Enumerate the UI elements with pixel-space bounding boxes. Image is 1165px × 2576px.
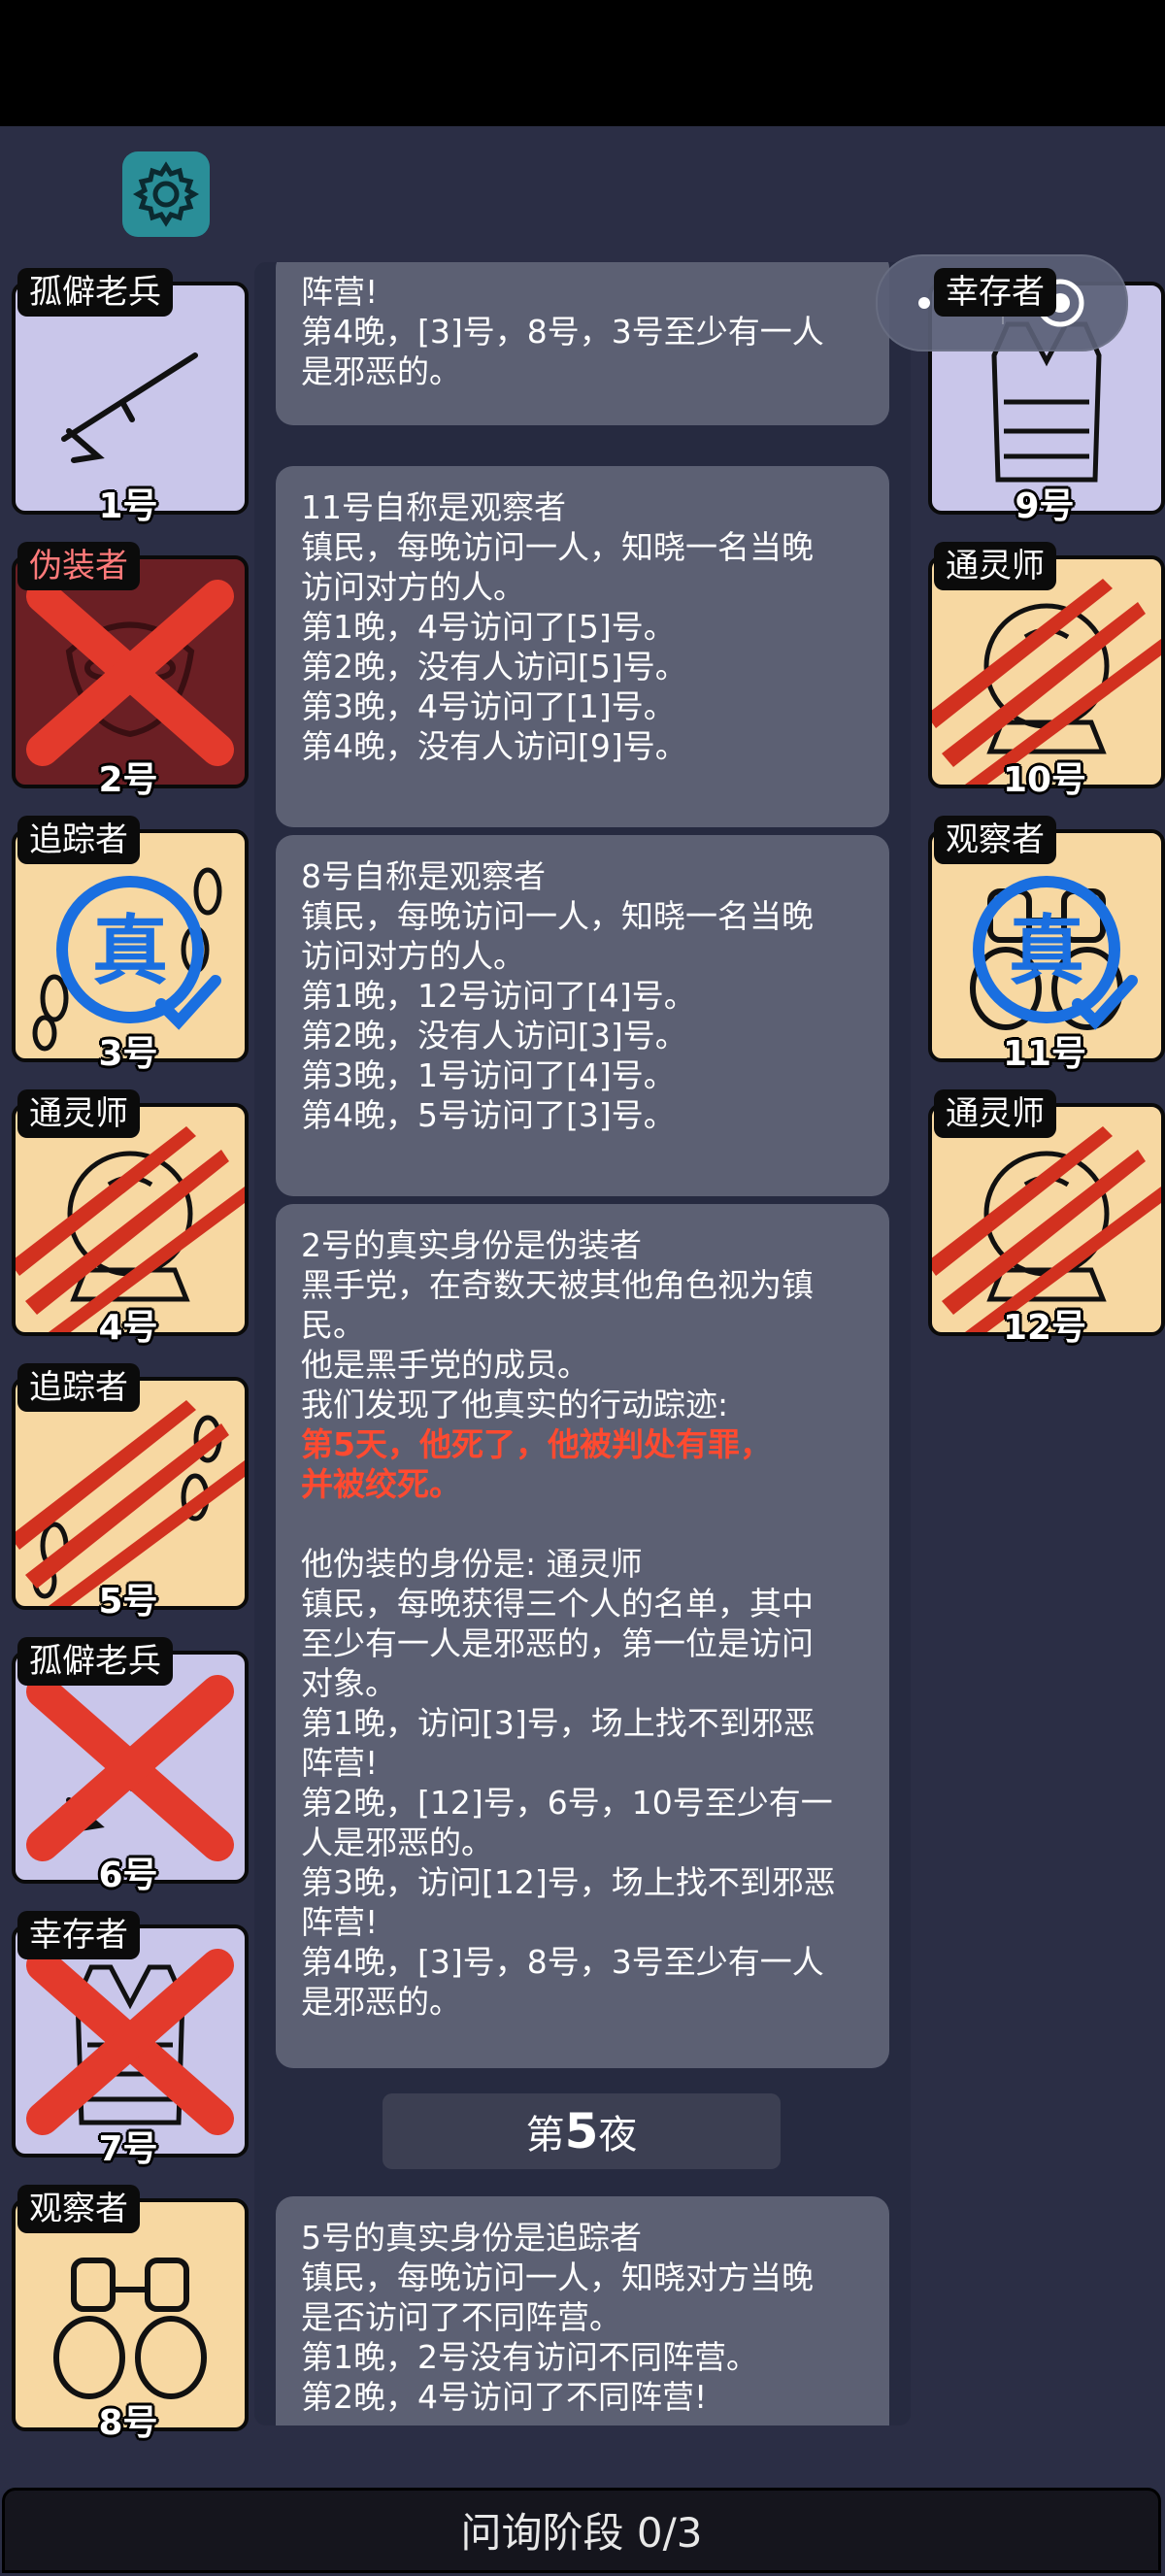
role-label: 伪装者	[17, 542, 140, 590]
log-line: 第2晚，4号访问了不同阵营!	[301, 2378, 708, 2416]
phase-status-bar: 问询阶段 0/3	[2, 2488, 1161, 2573]
log-message: 11号自称是观察者 镇民，每晚访问一人，知晓一名当晚 访问对方的人。 第1晚，4号访问…	[276, 466, 889, 827]
gear-icon	[132, 161, 200, 227]
log-line: 访问对方的人。	[301, 568, 525, 606]
night-number: 5	[564, 2103, 599, 2159]
player-number: 8号	[98, 2403, 158, 2443]
log-line: 镇民，每晚访问一人，知晓一名当晚	[301, 528, 814, 566]
log-line: 第2晚，[12]号，6号，10号至少有一	[301, 1784, 833, 1822]
log-line: 并被绞死。	[301, 1465, 461, 1503]
night-suffix: 夜	[598, 2113, 638, 2158]
player-number: 6号	[98, 1856, 158, 1895]
log-line: 8号自称是观察者	[301, 857, 546, 895]
log-line: 阵营!	[301, 1744, 379, 1782]
player-card[interactable]: 通灵师 10号	[928, 542, 1165, 800]
player-number: 2号	[98, 760, 158, 800]
player-number: 10号	[1002, 760, 1087, 800]
player-number: 12号	[1002, 1308, 1087, 1348]
log-message: 8号自称是观察者 镇民，每晚访问一人，知晓一名当晚 访问对方的人。 第1晚，12号访问…	[276, 835, 889, 1196]
log-line: 至少有一人是邪恶的，第一位是访问	[301, 1624, 814, 1662]
log-line: 民。	[301, 1306, 365, 1344]
log-line: 黑手党，在奇数天被其他角色视为镇	[301, 1266, 814, 1304]
player-card[interactable]: 通灵师 12号	[928, 1089, 1165, 1348]
player-card[interactable]: 孤僻老兵 1号	[12, 268, 249, 526]
role-label: 通灵师	[934, 1089, 1056, 1138]
player-number: 9号	[1015, 486, 1075, 526]
player-card[interactable]: 追踪者 5号	[12, 1363, 249, 1622]
log-line: 他是黑手党的成员。	[301, 1346, 589, 1384]
player-card[interactable]: 孤僻老兵 6号	[12, 1637, 249, 1895]
log-line: 镇民，每晚访问一人，知晓一名当晚	[301, 897, 814, 935]
log-line: 人是邪恶的。	[301, 1823, 493, 1861]
log-line: 他伪装的身份是: 通灵师	[301, 1545, 643, 1583]
player-card[interactable]: 伪装者 2号	[12, 542, 249, 800]
player-number: 4号	[98, 1308, 158, 1348]
player-card[interactable]: 通灵师 4号	[12, 1089, 249, 1348]
log-line: 第4晚，[3]号，8号，3号至少有一人	[301, 1943, 824, 1981]
log-line: 第1晚，访问[3]号，场上找不到邪恶	[301, 1704, 816, 1742]
log-line: 第1晚，4号访问了[5]号。	[301, 608, 676, 646]
role-label: 追踪者	[17, 1363, 140, 1412]
player-card[interactable]: 真 观察者 11号	[928, 816, 1165, 1074]
log-line: 阵营!	[301, 1903, 379, 1941]
log-line: 11号自称是观察者	[301, 488, 566, 526]
night-divider: 第5夜	[383, 2093, 781, 2169]
night-prefix: 第	[525, 2113, 565, 2158]
svg-text:真: 真	[1009, 908, 1084, 995]
log-line: 是邪恶的。	[301, 352, 461, 390]
log-line: 第4晚，5号访问了[3]号。	[301, 1096, 676, 1134]
log-message: 2号的真实身份是伪装者 黑手党，在奇数天被其他角色视为镇 民。 他是黑手党的成员。 我们…	[276, 1204, 889, 2068]
status-bar	[0, 0, 1165, 126]
role-label: 孤僻老兵	[17, 1637, 173, 1686]
night-log-panel[interactable]: 阵营! 第4晚，[3]号，8号，3号至少有一人 是邪恶的。 11号自称是观察者 镇民，…	[254, 262, 911, 2425]
player-number: 1号	[98, 486, 158, 526]
role-label: 通灵师	[934, 542, 1056, 590]
role-label: 幸存者	[934, 268, 1056, 317]
log-message: 5号的真实身份是追踪者 镇民，每晚访问一人，知晓对方当晚 是否访问了不同阵营。 第1晚…	[276, 2196, 889, 2425]
role-label: 观察者	[17, 2185, 140, 2233]
log-line: 镇民，每晚获得三个人的名单，其中	[301, 1585, 814, 1623]
log-line: 我们发现了他真实的行动踪迹:	[301, 1386, 729, 1423]
log-line: 第3晚，4号访问了[1]号。	[301, 687, 676, 725]
role-label: 幸存者	[17, 1911, 140, 1959]
role-label: 追踪者	[17, 816, 140, 864]
log-line: 是邪恶的。	[301, 1983, 461, 2021]
log-line: 第4晚，[3]号，8号，3号至少有一人	[301, 313, 824, 351]
log-line: 第2晚，没有人访问[5]号。	[301, 648, 687, 686]
player-number: 3号	[98, 1034, 158, 1074]
player-card[interactable]: 真 追踪者 3号	[12, 816, 249, 1074]
log-line: 第3晚，访问[12]号，场上找不到邪恶	[301, 1863, 836, 1901]
player-number: 11号	[1002, 1034, 1087, 1074]
player-card[interactable]: 观察者 8号	[12, 2185, 249, 2443]
log-line: 第1晚，2号没有访问不同阵营。	[301, 2338, 758, 2376]
log-line: 镇民，每晚访问一人，知晓对方当晚	[301, 2258, 814, 2296]
settings-button[interactable]	[122, 151, 210, 237]
role-label: 观察者	[934, 816, 1056, 864]
player-number: 5号	[98, 1582, 158, 1622]
log-line: 5号的真实身份是追踪者	[301, 2219, 642, 2257]
log-line: 第5天，他死了，他被判处有罪，	[301, 1425, 772, 1463]
player-number: 7号	[98, 2129, 158, 2169]
log-line: 阵营!	[301, 273, 379, 311]
log-line: 对象。	[301, 1664, 397, 1702]
log-line: 第1晚，12号访问了[4]号。	[301, 977, 696, 1015]
log-line: 2号的真实身份是伪装者	[301, 1226, 642, 1264]
log-line: 第4晚，没有人访问[9]号。	[301, 727, 687, 765]
svg-text:真: 真	[92, 908, 168, 995]
log-line: 访问对方的人。	[301, 937, 525, 975]
role-label: 通灵师	[17, 1089, 140, 1138]
log-line: 第3晚，1号访问了[4]号。	[301, 1056, 676, 1094]
log-line: 第2晚，没有人访问[3]号。	[301, 1017, 687, 1054]
log-line: 是否访问了不同阵营。	[301, 2298, 621, 2336]
role-label: 孤僻老兵	[17, 268, 173, 317]
player-card[interactable]: 幸存者 7号	[12, 1911, 249, 2169]
log-message: 阵营! 第4晚，[3]号，8号，3号至少有一人 是邪恶的。	[276, 262, 889, 425]
